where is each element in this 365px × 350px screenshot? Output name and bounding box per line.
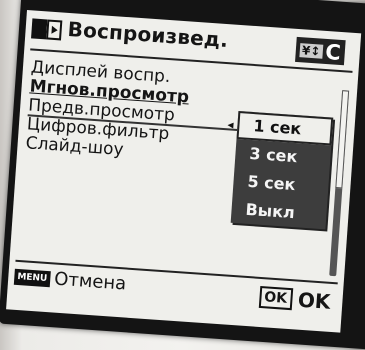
custom-tab-letter: C	[324, 39, 342, 65]
cancel-control[interactable]: MENU Отмена	[13, 266, 127, 295]
playback-mode-icon	[31, 18, 63, 42]
ok-label: OK	[297, 287, 332, 314]
settings-tab[interactable]: ¥↕ C	[295, 36, 346, 66]
tools-icon: ¥↕	[299, 42, 323, 59]
option-label: 1 сек	[252, 116, 302, 139]
instant-review-options-dropdown[interactable]: ◂ 1 сек 3 сек 5 сек Выкл	[227, 110, 334, 230]
option-off[interactable]: Выкл	[231, 195, 328, 230]
menu-title: Воспроизвед.	[66, 16, 229, 53]
scrollbar-thumb[interactable]	[335, 90, 350, 189]
menu-button-icon: MENU	[13, 268, 51, 287]
cancel-label: Отмена	[53, 268, 127, 295]
ok-button-icon: OK	[258, 285, 293, 311]
camera-lcd-screen: Воспроизвед. ¥↕ C Дисплей воспр. Мгнов.п…	[6, 10, 362, 333]
selection-arrow-icon: ◂	[227, 117, 235, 132]
ok-control[interactable]: OK OK	[258, 285, 331, 314]
